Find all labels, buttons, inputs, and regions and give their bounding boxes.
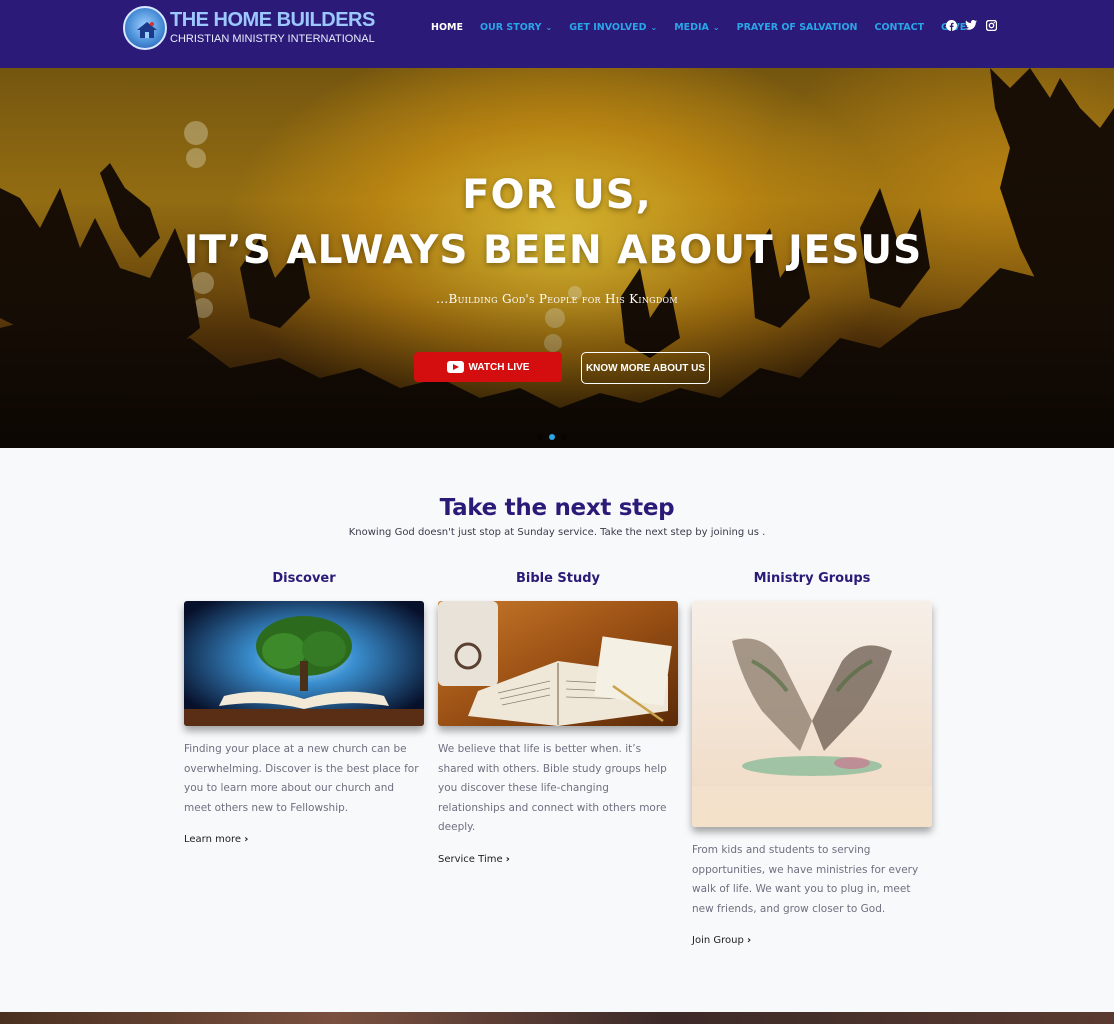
facebook-icon[interactable] [945,19,957,31]
card-title: Discover [272,571,336,586]
hero-heading-line2: IT’S ALWAYS BEEN ABOUT JESUS [183,228,923,273]
hero-slider: FOR US, IT’S ALWAYS BEEN ABOUT JESUS ...… [0,68,1114,448]
service-time-link[interactable]: Service Time › [438,854,510,865]
know-more-button[interactable]: KNOW MORE ABOUT US [581,352,710,384]
watch-live-button[interactable]: WATCH LIVE [414,352,562,382]
link-label: Service Time [438,853,503,865]
logo-title: THE HOME BUILDERS [170,9,375,31]
know-more-label: KNOW MORE ABOUT US [585,362,706,374]
nav-our-story[interactable]: OUR STORY ⌄ [480,22,552,33]
chevron-down-icon: ⌄ [545,22,553,32]
chevron-right-icon: › [244,834,249,845]
card-ministry-groups: Ministry Groups From kids and students t… [692,571,932,948]
hero-tagline: ...Building God's People for His Kingdom [436,292,678,306]
card-bible-study: Bible Study We believe that life is bett… [438,571,678,867]
nav-get-involved[interactable]: GET INVOLVED ⌄ [569,22,657,33]
chevron-down-icon: ⌄ [650,22,658,32]
slide-dot-1[interactable] [537,434,543,440]
watch-live-label: WATCH LIVE [468,361,530,373]
link-label: Learn more [184,834,242,845]
card-title: Bible Study [515,571,601,586]
slide-dot-2[interactable] [549,434,555,440]
instagram-icon[interactable] [985,19,997,31]
social-links [945,19,1005,31]
ministry-groups-image [692,601,932,827]
card-discover: Discover Finding your place at a new chu… [184,571,424,847]
bible-study-image [438,601,678,726]
nav-prayer-label: PRAYER OF SALVATION [736,21,858,33]
learn-more-link[interactable]: Learn more › [184,834,248,845]
link-label: Join Group [692,935,744,946]
chevron-down-icon: ⌄ [712,22,720,32]
main-nav: HOME OUR STORY ⌄ GET INVOLVED ⌄ MEDIA ⌄ PRA… [431,20,983,34]
house-icon [137,22,157,38]
card-description: We believe that life is better when. it’… [438,743,667,833]
card-title: Ministry Groups [753,571,871,586]
hero-heading-line1: FOR US, [462,172,652,218]
slider-dots [537,434,573,440]
nav-media[interactable]: MEDIA ⌄ [674,22,719,33]
discover-image [184,601,424,726]
chevron-right-icon: › [505,853,510,865]
site-header: THE HOME BUILDERS CHRISTIAN MINISTRY INT… [0,0,1114,68]
card-description: From kids and students to serving opport… [692,844,919,915]
nav-get-involved-label: GET INVOLVED [569,21,647,33]
nav-home[interactable]: HOME [431,22,463,33]
logo-emblem-icon [123,6,167,50]
nav-contact-label: CONTACT [874,21,925,33]
twitter-icon[interactable] [965,19,977,31]
nav-contact[interactable]: CONTACT [875,22,925,33]
next-section-preview [0,1012,1114,1024]
nav-home-label: HOME [431,21,463,33]
youtube-icon [446,361,464,373]
nav-prayer-of-salvation[interactable]: PRAYER OF SALVATION [737,22,858,33]
join-group-link[interactable]: Join Group › [692,935,751,946]
section-title: Take the next step [439,495,675,521]
nav-media-label: MEDIA [674,21,709,33]
chevron-right-icon: › [747,935,752,946]
section-subtitle: Knowing God doesn't just stop at Sunday … [348,527,766,538]
slide-dot-3[interactable] [561,434,567,440]
site-logo[interactable]: THE HOME BUILDERS CHRISTIAN MINISTRY INT… [123,6,375,50]
nav-our-story-label: OUR STORY [479,21,542,33]
card-description: Finding your place at a new church can b… [184,743,419,814]
logo-subtitle: CHRISTIAN MINISTRY INTERNATIONAL [170,33,375,45]
